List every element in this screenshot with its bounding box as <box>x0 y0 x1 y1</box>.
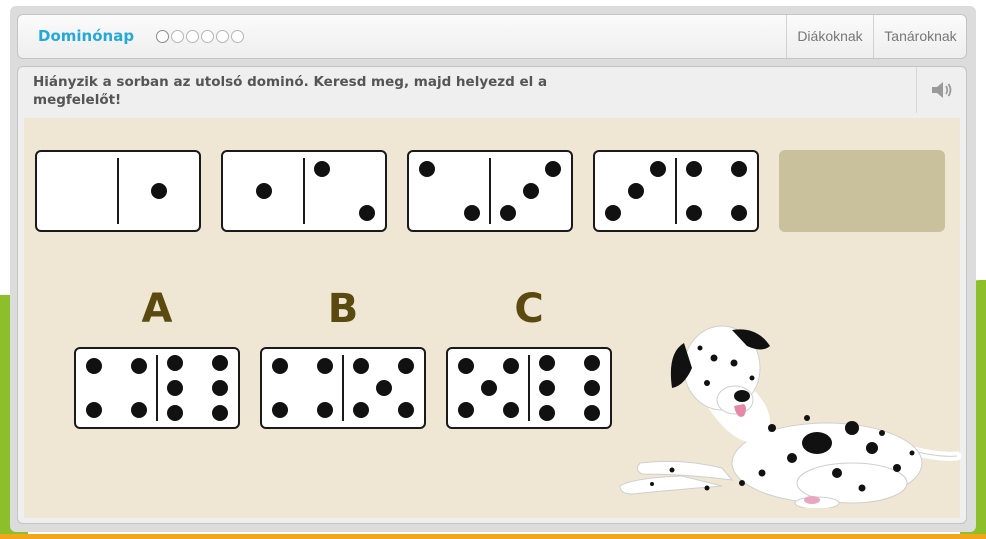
domino-pip <box>317 358 334 375</box>
domino-pip <box>271 401 288 418</box>
progress-step-dot <box>156 30 169 43</box>
progress-step-dot <box>201 30 214 43</box>
progress-step-dot <box>171 30 184 43</box>
app-header: Dominónap Diákoknak Tanároknak <box>17 14 967 59</box>
domino-pip <box>650 161 667 178</box>
domino-pip <box>418 161 435 178</box>
domino-pip <box>85 401 102 418</box>
app-title: Dominónap <box>38 27 135 45</box>
domino-divider <box>528 355 530 421</box>
domino-pip <box>271 358 288 375</box>
domino-pip <box>685 161 702 178</box>
domino-pip <box>359 204 376 221</box>
domino-pip <box>352 401 369 418</box>
game-stage: A B C <box>24 118 962 518</box>
domino-pip <box>150 183 167 199</box>
domino-pip <box>538 404 555 421</box>
domino-pip <box>731 204 748 221</box>
domino-pip <box>352 358 369 375</box>
domino-pip <box>480 380 497 396</box>
sequence-domino-2 <box>221 150 387 232</box>
domino-pip <box>166 404 183 421</box>
domino-pip <box>317 401 334 418</box>
domino-pip <box>131 401 148 418</box>
option-letter-a: A <box>141 286 173 332</box>
domino-pip <box>166 355 183 372</box>
domino-pip <box>731 161 748 178</box>
domino-pip <box>131 358 148 375</box>
domino-pip <box>503 358 520 375</box>
domino-pip <box>457 401 474 418</box>
nav-students-link[interactable]: Diákoknak <box>786 15 873 58</box>
option-domino-a[interactable] <box>74 347 240 429</box>
progress-step-dot <box>186 30 199 43</box>
domino-pip <box>457 358 474 375</box>
domino-pip <box>212 404 229 421</box>
domino-pip <box>584 380 601 396</box>
sequence-domino-3 <box>407 150 573 232</box>
domino-divider <box>342 355 344 421</box>
domino-pip <box>212 355 229 372</box>
progress-step-dot <box>216 30 229 43</box>
domino-divider <box>489 158 491 224</box>
domino-pip <box>522 183 539 199</box>
task-instruction: Hiányzik a sorban az utolsó dominó. Kere… <box>33 74 548 108</box>
domino-pip <box>166 380 183 396</box>
domino-divider <box>303 158 305 224</box>
domino-pip <box>538 380 555 396</box>
domino-pip <box>604 204 621 221</box>
dalmatian-dog-illustration <box>619 325 962 508</box>
domino-pip <box>584 355 601 372</box>
domino-pip <box>627 183 644 199</box>
domino-pip <box>398 358 415 375</box>
progress-indicator <box>156 30 244 43</box>
domino-pip <box>313 161 330 178</box>
domino-pip <box>503 401 520 418</box>
missing-domino-drop-slot[interactable] <box>779 150 945 232</box>
domino-pip <box>375 380 392 396</box>
background-orange-strip <box>0 534 986 539</box>
domino-divider <box>156 355 158 421</box>
domino-pip <box>545 161 562 178</box>
progress-step-dot <box>231 30 244 43</box>
domino-pip <box>255 183 272 199</box>
option-domino-c[interactable] <box>446 347 612 429</box>
domino-divider <box>117 158 119 224</box>
domino-pip <box>538 355 555 372</box>
domino-pip <box>584 404 601 421</box>
domino-divider <box>675 158 677 224</box>
domino-pip <box>212 380 229 396</box>
domino-pip <box>499 204 516 221</box>
option-domino-b[interactable] <box>260 347 426 429</box>
sequence-domino-1 <box>35 150 201 232</box>
domino-pip <box>398 401 415 418</box>
speaker-icon <box>931 82 951 98</box>
nav-teachers-link[interactable]: Tanároknak <box>873 15 967 58</box>
sound-button[interactable] <box>916 67 966 113</box>
sequence-domino-4 <box>593 150 759 232</box>
task-panel: Hiányzik a sorban az utolsó dominó. Kere… <box>17 66 967 524</box>
domino-pip <box>685 204 702 221</box>
option-letter-b: B <box>327 286 359 332</box>
option-letter-c: C <box>514 286 544 332</box>
domino-pip <box>464 204 481 221</box>
domino-pip <box>85 358 102 375</box>
